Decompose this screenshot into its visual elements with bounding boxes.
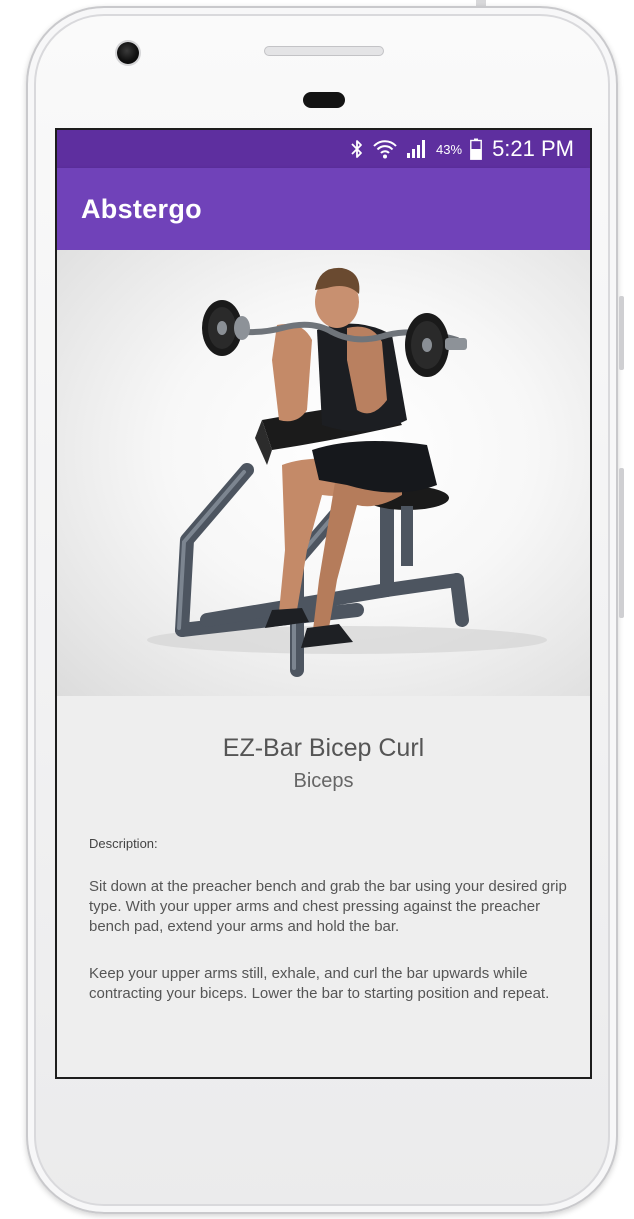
status-bar: 43% 5:21 PM	[57, 130, 590, 168]
signal-icon	[406, 139, 428, 159]
wifi-icon	[372, 138, 398, 160]
description-label: Description:	[89, 836, 158, 851]
exercise-name: EZ-Bar Bicep Curl	[222, 734, 425, 762]
bluetooth-icon	[350, 139, 364, 159]
exercise-muscle-group: Biceps	[293, 770, 354, 792]
description-paragraph: Keep your upper arms still, exhale, and …	[89, 965, 550, 1002]
battery-percent: 43%	[436, 141, 463, 157]
speaker-grille	[264, 46, 384, 56]
app-screen: 43% 5:21 PM Abstergo EZ-Bar Bicep Curl B…	[55, 128, 592, 1079]
status-icons: 43% 5:21 PM	[350, 130, 574, 168]
device-mockup: 43% 5:21 PM Abstergo EZ-Bar Bicep Curl B…	[0, 0, 634, 1219]
volume-button	[619, 468, 624, 618]
exercise-image	[57, 250, 590, 696]
preacher-curl-illustration	[147, 267, 547, 677]
description-paragraph: Sit down at the preacher bench and grab …	[89, 878, 567, 935]
status-time: 5:21 PM	[492, 136, 574, 161]
power-button	[619, 296, 624, 370]
app-title: Abstergo	[81, 194, 202, 224]
app-toolbar: Abstergo	[57, 168, 590, 250]
earpiece	[303, 92, 345, 108]
front-camera	[117, 42, 139, 64]
battery-icon	[470, 138, 482, 160]
